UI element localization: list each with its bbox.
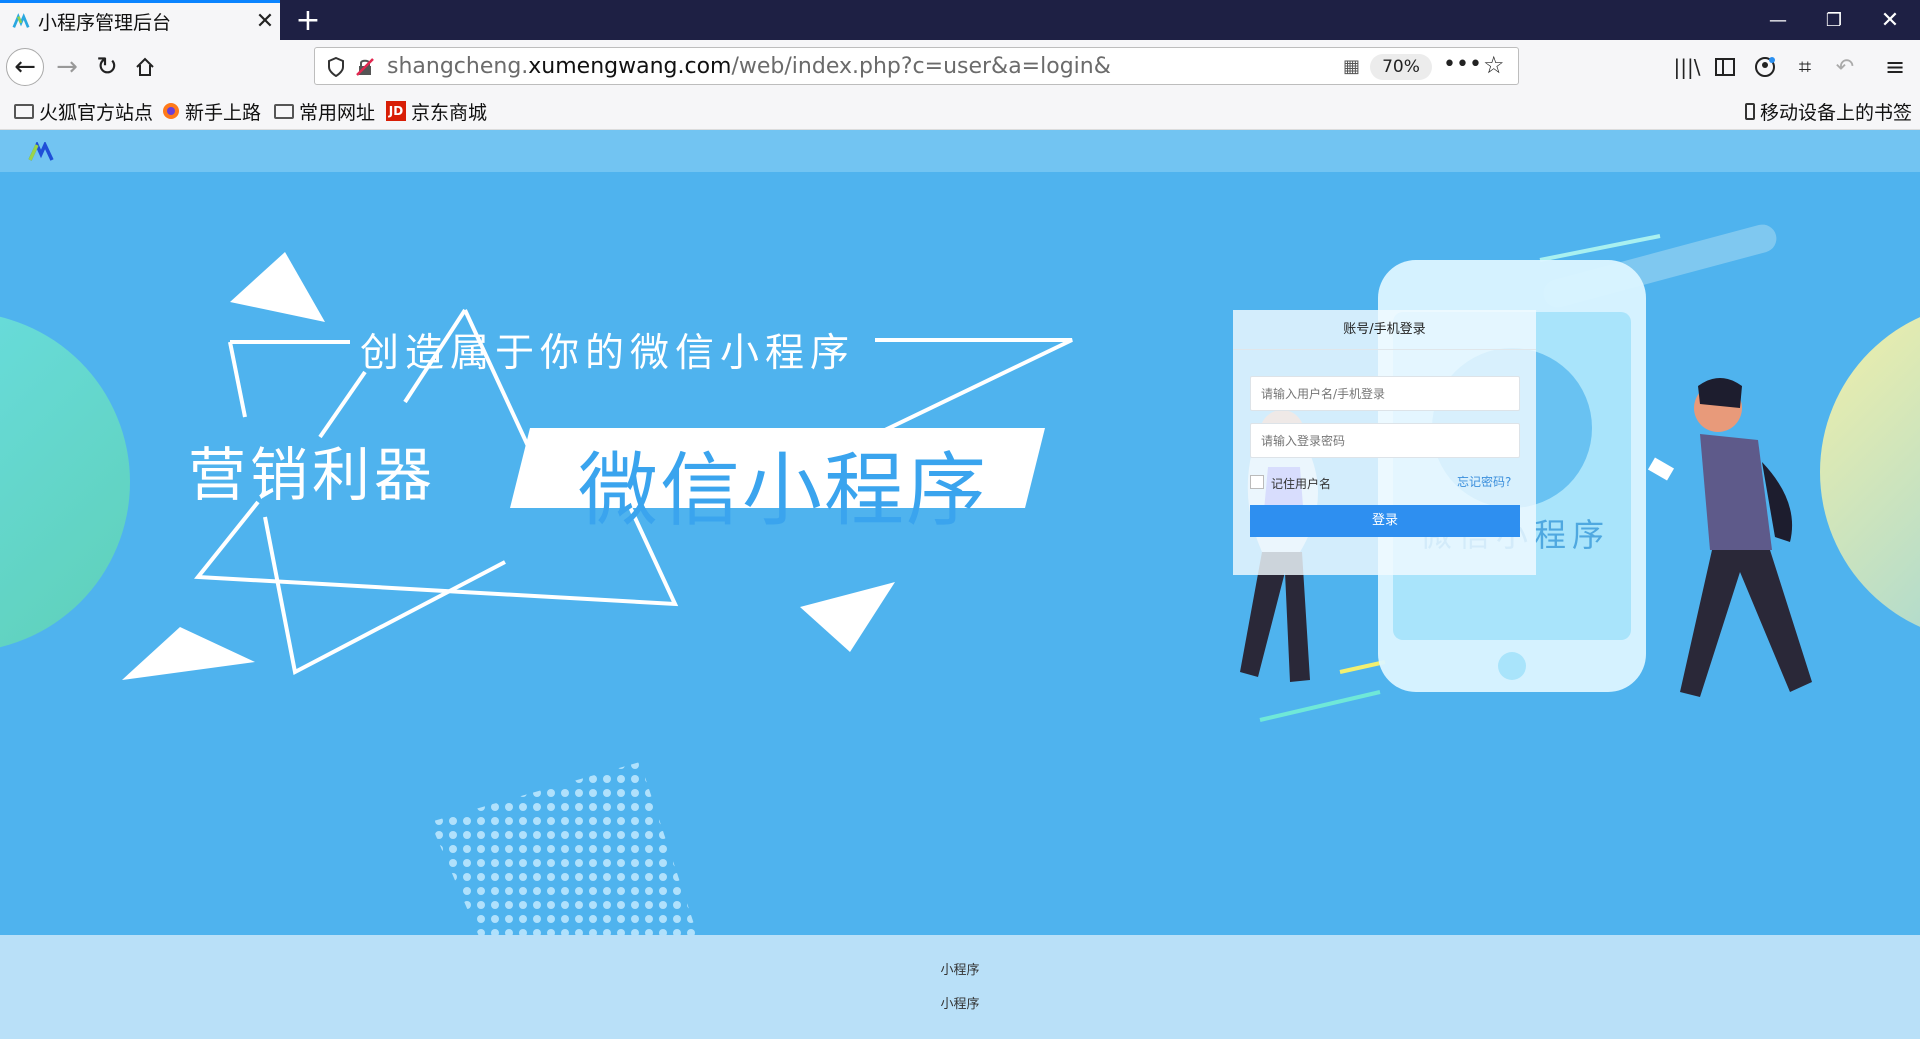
back-arrow-icon[interactable]: ← — [6, 48, 44, 86]
shield-icon[interactable] — [327, 57, 345, 77]
left-decor-circle — [0, 316, 130, 648]
firefox-icon — [163, 103, 179, 119]
remember-label: 记住用户名 — [1271, 477, 1332, 491]
dot-pattern — [430, 762, 698, 935]
restore-icon[interactable]: ❐ — [1806, 0, 1862, 40]
reload-icon[interactable]: ↻ — [88, 48, 126, 86]
right-decor-circle — [1820, 317, 1920, 627]
bookmark-firefox-site[interactable]: 火狐官方站点 — [14, 92, 153, 130]
mobile-device-icon — [1745, 102, 1755, 120]
tab-title: 小程序管理后台 — [38, 12, 172, 34]
zoom-level[interactable]: 70% — [1370, 54, 1432, 80]
home-icon[interactable] — [126, 48, 164, 86]
tab-bar: 小程序管理后台 ✕ + — ❐ ✕ — [0, 0, 1920, 40]
folder-icon — [274, 103, 294, 119]
minimize-icon[interactable]: — — [1750, 0, 1806, 40]
hero-main-title: 微信小程序 — [578, 444, 988, 537]
login-panel: 账号/手机登录 记住用户名 忘记密码? 登录 — [1233, 310, 1536, 575]
bookmark-common-sites[interactable]: 常用网址 — [274, 92, 375, 130]
page-footer: 小程序 小程序 — [0, 935, 1920, 1039]
bookmark-getting-started[interactable]: 新手上路 — [162, 92, 261, 130]
bookmarks-toolbar: 火狐官方站点 新手上路 常用网址 JD 京东商城 移动设备上的书签 — [0, 92, 1920, 130]
username-input[interactable] — [1250, 376, 1520, 411]
site-favicon-icon — [12, 12, 30, 28]
navigation-toolbar: ← → ↻ shangcheng.xumengwang.com/web/inde… — [0, 40, 1920, 92]
account-icon[interactable] — [1746, 48, 1784, 86]
mobile-bookmarks[interactable]: 移动设备上的书签 — [1745, 92, 1912, 130]
jd-logo-icon: JD — [386, 101, 406, 121]
insecure-lock-icon[interactable] — [355, 57, 375, 77]
login-button[interactable]: 登录 — [1250, 505, 1520, 537]
menu-icon[interactable]: ≡ — [1876, 48, 1914, 86]
forward-arrow-icon[interactable]: → — [48, 48, 86, 86]
address-bar[interactable]: shangcheng.xumengwang.com/web/index.php?… — [314, 47, 1519, 85]
hero-left-title: 营销利器 — [188, 441, 437, 509]
password-input[interactable] — [1250, 423, 1520, 458]
tab-close-icon[interactable]: ✕ — [250, 9, 280, 34]
url-text[interactable]: shangcheng.xumengwang.com/web/index.php?… — [387, 48, 1111, 86]
login-header: 账号/手机登录 — [1233, 310, 1536, 350]
new-tab-icon[interactable]: + — [290, 0, 326, 40]
page-header-bar — [0, 130, 1920, 172]
forgot-password-link[interactable]: 忘记密码? — [1457, 473, 1511, 490]
screenshot-crop-icon[interactable]: ⌗ — [1786, 48, 1824, 86]
site-logo-icon[interactable] — [28, 142, 54, 162]
bookmark-star-icon[interactable]: ☆ — [1483, 51, 1505, 79]
qr-code-icon[interactable]: ▦ — [1343, 56, 1360, 77]
hero-illustration — [0, 224, 1920, 935]
more-actions-icon[interactable]: ••• — [1443, 52, 1482, 77]
active-tab[interactable]: 小程序管理后台 ✕ — [0, 0, 280, 40]
undo-icon[interactable]: ↶ — [1826, 48, 1864, 86]
sidebar-icon[interactable] — [1706, 48, 1744, 86]
folder-icon — [14, 103, 34, 119]
hero-banner: 创造属于你的微信小程序 营销利器 微信小程序 微信小程序 账号/手机登录 记住用… — [0, 172, 1920, 935]
library-icon[interactable]: |||\ — [1668, 48, 1706, 86]
hero-tagline: 创造属于你的微信小程序 — [360, 331, 856, 376]
footer-line-1: 小程序 — [940, 963, 980, 978]
window-close-icon[interactable]: ✕ — [1862, 0, 1918, 40]
remember-checkbox[interactable] — [1250, 475, 1264, 489]
footer-line-2: 小程序 — [940, 997, 980, 1012]
bookmark-jd-mall[interactable]: JD 京东商城 — [386, 92, 487, 130]
